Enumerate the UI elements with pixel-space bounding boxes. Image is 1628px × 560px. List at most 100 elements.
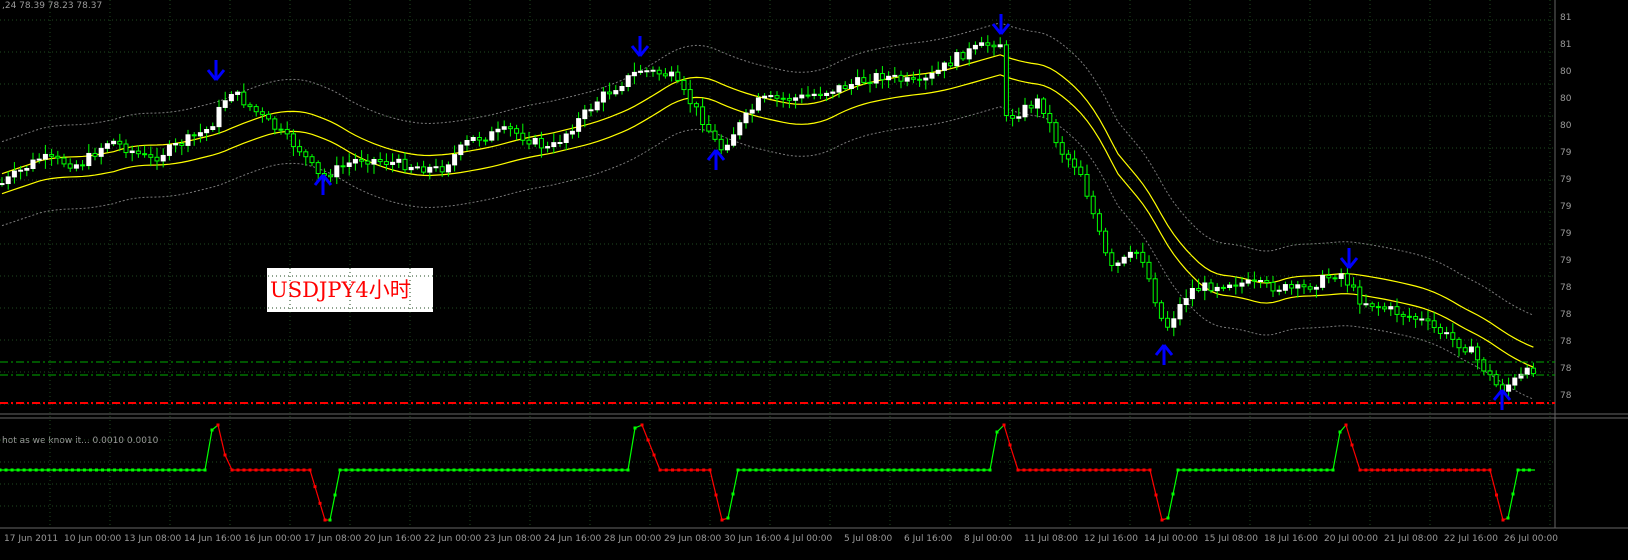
candle-body [861,77,867,83]
indicator-dot [1040,468,1044,472]
indicator-dot [910,468,914,472]
candle-body [1487,370,1493,376]
time-axis-label: 26 Jul 00:00 [1504,534,1558,544]
candle-body [439,166,445,173]
indicator-dot [1399,468,1403,472]
time-axis-label: 4 Jul 00:00 [784,534,833,544]
indicator-dot [338,468,342,472]
indicator-dot [254,468,258,472]
candle-body [1431,320,1437,329]
indicator-dot [826,468,830,472]
indicator-dot [284,468,288,472]
indicator-dot [708,468,712,472]
indicator-dot [82,468,86,472]
indicator-dot [1224,468,1228,472]
indicator-dot [40,468,44,472]
indicator-dot [28,468,32,472]
buy-arrow-icon [1492,389,1512,410]
candle-body [619,85,625,92]
indicator-dot [892,468,896,472]
time-axis-label: 8 Jul 00:00 [964,534,1013,544]
indicator-dot [1188,468,1192,472]
indicator-dot [0,468,2,472]
candle-body [1282,284,1288,291]
indicator-dot [318,501,322,505]
indicator-dot [1200,468,1204,472]
indicator-dot [742,468,746,472]
candle-body [197,132,203,137]
indicator-dot [272,468,276,472]
indicator-dot [58,468,62,472]
indicator-dot [1160,518,1164,522]
price-axis-label: 79 [1560,175,1572,185]
indicator-dot [1034,468,1038,472]
indicator-dot [922,468,926,472]
candle-body [631,71,637,77]
candle-body [594,101,600,111]
sell-arrow-icon [991,14,1011,35]
candle-body [1351,284,1357,288]
indicator-dot [952,468,956,472]
indicator-dot [1248,468,1252,472]
indicator-dot [554,468,558,472]
indicator-dot [308,468,312,472]
indicator-line [1351,444,1361,471]
candle-body [1227,284,1233,289]
time-axis-label: 11 Jul 08:00 [1024,534,1078,544]
candle-body [501,126,507,130]
indicator-dot [1382,468,1386,472]
candle-body [724,144,730,151]
time-axis-label: 24 Jun 16:00 [544,534,601,544]
indicator-line [1332,431,1341,471]
candle-body [1307,286,1313,290]
indicator-dot [410,468,414,472]
indicator-dot [766,468,770,472]
candle-body [700,106,706,125]
candle-body [67,163,73,169]
indicator-dot [614,468,618,472]
candle-body [259,111,265,115]
candle-body [266,113,272,120]
candle-body [892,74,898,77]
indicator-dot [392,468,396,472]
indicator-dot [754,468,758,472]
candle-body [855,77,861,86]
time-axis-label: 6 Jul 16:00 [904,534,953,544]
candle-body [1022,104,1028,118]
candle-body [1028,104,1034,109]
indicator-dot [988,468,992,472]
indicator-dot [946,468,950,472]
indicator-dot [216,423,220,427]
indicator-dot [820,468,824,472]
indicator-dot [850,468,854,472]
indicator-dot [210,428,214,432]
time-axis-label: 29 Jun 08:00 [664,534,721,544]
indicator-dot [1094,468,1098,472]
indicator-line [1345,424,1353,446]
indicator-dot [446,468,450,472]
candle-body [489,131,495,141]
indicator-dot [1516,468,1520,472]
indicator-dot [143,468,147,472]
indicator-dot [578,468,582,472]
candle-body [216,106,222,128]
candle-body [1419,318,1425,321]
candle-body [1332,277,1338,280]
indicator-dot [464,468,468,472]
candle-body [104,143,110,149]
indicator-dot [596,468,600,472]
indicator-dot [566,468,570,472]
candle-body [173,142,179,146]
candle-body [1109,252,1115,266]
price-chart[interactable]: 17 Jun 2011 10 Jun 00:00 13 Jun 08:00 14 Ju… [0,0,1628,560]
indicator-dot [1313,468,1317,472]
indicator-dot [1106,468,1110,472]
indicator-dot [16,468,20,472]
indicator-dot [1307,468,1311,472]
indicator-dot [602,468,606,472]
indicator-dot [620,468,624,472]
candle-body [557,142,563,145]
indicator-dot [1148,468,1152,472]
candle-body [817,93,823,96]
indicator-dot [1447,468,1451,472]
